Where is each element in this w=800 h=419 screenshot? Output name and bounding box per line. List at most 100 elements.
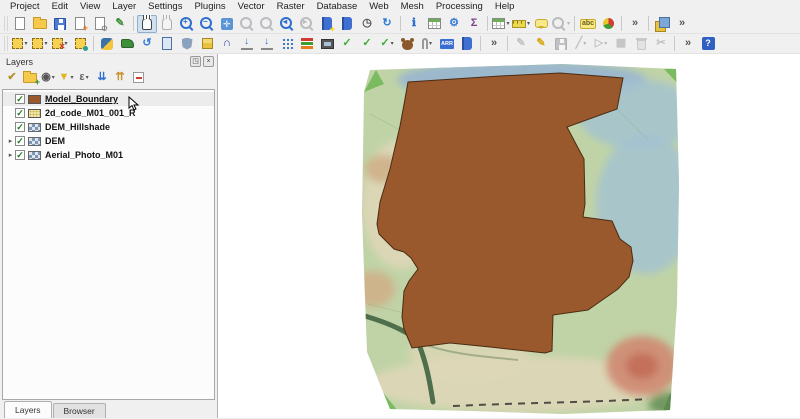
plugin-bear[interactable] xyxy=(397,35,417,53)
menu-web[interactable]: Web xyxy=(363,0,394,14)
collapse-all[interactable]: ⇈ xyxy=(111,69,129,87)
plugin-download[interactable] xyxy=(237,35,257,53)
menu-processing[interactable]: Processing xyxy=(430,0,489,14)
remove-layer[interactable] xyxy=(129,69,147,87)
plugin-cube[interactable] xyxy=(197,35,217,53)
open-attribute-table[interactable] xyxy=(424,15,444,33)
layer-expander-icon[interactable]: ▸ xyxy=(6,137,15,145)
filter-legend-dropdown-icon[interactable]: ▾ xyxy=(70,74,73,81)
manage-map-themes-dropdown-icon[interactable]: ▾ xyxy=(52,74,55,81)
menu-plugins[interactable]: Plugins xyxy=(188,0,231,14)
processing-history[interactable]: ↺ xyxy=(137,35,157,53)
plugin-screen-capture[interactable] xyxy=(317,35,337,53)
help-plugin[interactable]: ? xyxy=(698,35,718,53)
menu-mesh[interactable]: Mesh xyxy=(395,0,430,14)
menu-settings[interactable]: Settings xyxy=(142,0,188,14)
layer-row-dem_hillshade[interactable]: ✓ DEM_Hillshade xyxy=(3,120,214,134)
menu-database[interactable]: Database xyxy=(311,0,364,14)
toolbar-overflow-1[interactable]: » xyxy=(625,15,645,33)
layer-label[interactable]: DEM xyxy=(45,136,65,146)
layer-label[interactable]: DEM_Hillshade xyxy=(45,122,110,132)
save-project[interactable] xyxy=(50,15,70,33)
menu-project[interactable]: Project xyxy=(4,0,46,14)
toggle-editing[interactable]: ✎ xyxy=(531,35,551,53)
locator-search[interactable]: ▾ xyxy=(551,15,571,33)
plugin-import[interactable] xyxy=(257,35,277,53)
toolbar-overflow-2[interactable]: » xyxy=(672,15,692,33)
new-project[interactable] xyxy=(10,15,30,33)
layer-visibility-checkbox[interactable]: ✓ xyxy=(15,136,25,146)
plugin-shield[interactable] xyxy=(177,35,197,53)
pan-to-selection[interactable] xyxy=(157,15,177,33)
map-tips[interactable] xyxy=(531,15,551,33)
open-project[interactable] xyxy=(30,15,50,33)
layer-row-model_boundary[interactable]: ✓ Model_Boundary xyxy=(3,92,214,106)
zoom-to-selection[interactable] xyxy=(237,15,257,33)
zoom-to-layer[interactable] xyxy=(257,15,277,33)
locator-search-dropdown-icon[interactable]: ▾ xyxy=(567,20,570,27)
toolbar-handle[interactable] xyxy=(4,36,8,51)
plugin-tcp[interactable] xyxy=(277,35,297,53)
grass-tools[interactable] xyxy=(117,35,137,53)
current-edits[interactable]: ✎ xyxy=(511,35,531,53)
filter-legend[interactable]: ▼▾ xyxy=(57,69,75,87)
layer-expander-icon[interactable]: ▸ xyxy=(6,151,15,159)
toolbar-overflow-4[interactable]: » xyxy=(678,35,698,53)
select-features[interactable]: ▾ xyxy=(10,35,30,53)
select-features-by-value[interactable]: ▾ xyxy=(30,35,50,53)
geometry-check-2[interactable]: ✓ xyxy=(357,35,377,53)
plugin-paperclip[interactable]: ▾ xyxy=(417,35,437,53)
toolbar-handle[interactable] xyxy=(4,16,8,31)
pan-map[interactable] xyxy=(137,15,157,33)
temporal-controller[interactable]: ◷ xyxy=(357,15,377,33)
expand-all[interactable]: ⇊ xyxy=(93,69,111,87)
cut-features[interactable]: ✂ xyxy=(651,35,671,53)
zoom-full-extent[interactable] xyxy=(217,15,237,33)
menu-edit[interactable]: Edit xyxy=(46,0,74,14)
menu-view[interactable]: View xyxy=(74,0,106,14)
layer-visibility-checkbox[interactable]: ✓ xyxy=(15,122,25,132)
vertex-tool-dropdown-icon[interactable]: ▾ xyxy=(604,40,607,47)
manage-map-themes[interactable]: ◉▾ xyxy=(39,69,57,87)
layer-visibility-checkbox[interactable]: ✓ xyxy=(15,108,25,118)
layer-row-2d_code_m01_001_r[interactable]: ✓ 2d_code_M01_001_R xyxy=(3,106,214,120)
plugin-layer-list[interactable] xyxy=(297,35,317,53)
geometry-check-3-dropdown-icon[interactable]: ▾ xyxy=(391,40,394,47)
menu-layer[interactable]: Layer xyxy=(106,0,142,14)
open-layer-styling[interactable]: ✔ xyxy=(3,69,21,87)
tab-layers[interactable]: Layers xyxy=(4,401,52,418)
panel-float-icon[interactable]: ◳ xyxy=(190,56,201,67)
measure-dropdown-icon[interactable]: ▾ xyxy=(527,20,530,27)
geometry-check-1[interactable]: ✓ xyxy=(337,35,357,53)
delete-selected[interactable] xyxy=(631,35,651,53)
menu-raster[interactable]: Raster xyxy=(271,0,311,14)
attribute-table-tools-dropdown-icon[interactable]: ▾ xyxy=(506,20,509,27)
georeferencer[interactable]: ∩ xyxy=(217,35,237,53)
panel-close-icon[interactable]: × xyxy=(203,56,214,67)
layer-label[interactable]: Model_Boundary xyxy=(45,94,118,104)
toolbar-overflow-3[interactable]: » xyxy=(484,35,504,53)
style-manager[interactable]: ✎ xyxy=(110,15,130,33)
select-features-dropdown-icon[interactable]: ▾ xyxy=(24,40,27,47)
select-by-location[interactable] xyxy=(70,35,90,53)
plugin-blue-doc[interactable] xyxy=(457,35,477,53)
plugin-arr[interactable]: ARR xyxy=(437,35,457,53)
zoom-out[interactable]: − xyxy=(197,15,217,33)
layer-label[interactable]: Aerial_Photo_M01 xyxy=(45,150,123,160)
refresh-map[interactable]: ↻ xyxy=(377,15,397,33)
plugin-document[interactable] xyxy=(157,35,177,53)
layer-visibility-checkbox[interactable]: ✓ xyxy=(15,150,25,160)
new-print-layout[interactable] xyxy=(70,15,90,33)
tab-browser[interactable]: Browser xyxy=(53,403,106,418)
layer-visibility-checkbox[interactable]: ✓ xyxy=(15,94,25,104)
layer-labeling-options[interactable]: abc xyxy=(578,15,598,33)
statistical-summary[interactable]: Σ xyxy=(464,15,484,33)
processing-toolbox[interactable]: ⚙ xyxy=(444,15,464,33)
python-console[interactable] xyxy=(97,35,117,53)
vertex-tool[interactable]: ▷▾ xyxy=(591,35,611,53)
save-layer-edits[interactable] xyxy=(551,35,571,53)
new-spatial-bookmark[interactable] xyxy=(317,15,337,33)
menu-vector[interactable]: Vector xyxy=(232,0,271,14)
modify-attributes[interactable]: ▦ xyxy=(611,35,631,53)
layer-label[interactable]: 2d_code_M01_001_R xyxy=(45,108,136,118)
